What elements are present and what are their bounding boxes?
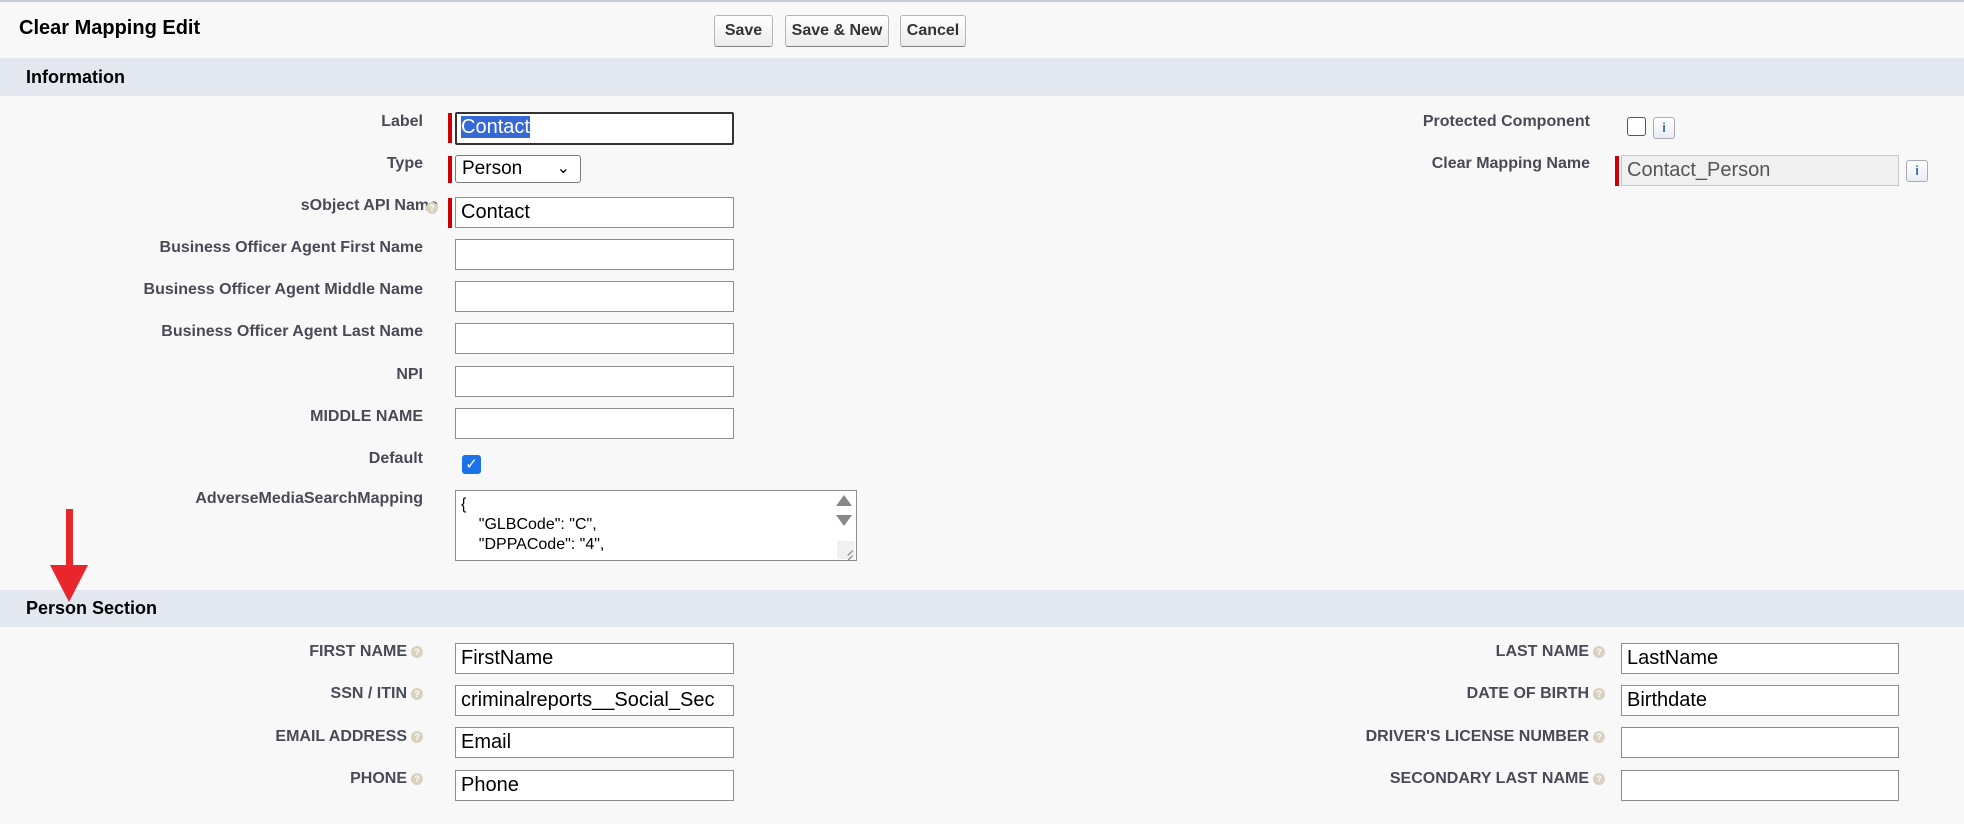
required-indicator — [1615, 156, 1619, 186]
last-name-input[interactable]: LastName — [1621, 643, 1899, 674]
date-of-birth-label: DATE OF BIRTH? — [1467, 685, 1605, 703]
ssn-itin-input[interactable]: criminalreports__Social_Sec — [455, 685, 734, 716]
label-field-label: Label — [381, 113, 423, 130]
resize-grip-icon[interactable] — [837, 541, 855, 559]
last-name-label-text: LAST NAME — [1495, 643, 1589, 660]
sobject-api-name-input[interactable]: Contact — [455, 197, 734, 228]
sobject-api-name-label-text: sObject API Name — [300, 197, 438, 214]
ssn-itin-label-text: SSN / ITIN — [330, 685, 407, 702]
middle-name-label: MIDDLE NAME — [310, 408, 423, 425]
page-header: Clear Mapping Edit Save Save & New Cance… — [0, 2, 1964, 59]
label-input[interactable]: Contact — [455, 112, 734, 145]
help-icon[interactable]: ? — [426, 202, 438, 214]
bo-middle-name-label: Business Officer Agent Middle Name — [143, 281, 423, 298]
secondary-last-name-label: SECONDARY LAST NAME? — [1390, 770, 1605, 788]
phone-label-text: PHONE — [350, 770, 407, 787]
bo-first-name-input[interactable] — [455, 239, 734, 270]
first-name-label: FIRST NAME? — [309, 643, 423, 661]
scroll-up-arrow[interactable] — [836, 495, 852, 506]
information-section-header: Information — [0, 59, 1964, 96]
required-indicator — [448, 198, 452, 228]
info-icon[interactable]: i — [1653, 117, 1675, 139]
secondary-last-name-input[interactable] — [1621, 770, 1899, 801]
bo-last-name-label: Business Officer Agent Last Name — [161, 323, 423, 340]
save-button[interactable]: Save — [714, 15, 773, 47]
help-icon[interactable]: ? — [411, 645, 423, 658]
first-name-input[interactable]: FirstName — [455, 643, 734, 674]
drivers-license-label: DRIVER'S LICENSE NUMBER? — [1366, 728, 1605, 746]
email-address-input[interactable]: Email — [455, 727, 734, 758]
phone-label: PHONE? — [350, 770, 423, 788]
help-icon[interactable]: ? — [411, 772, 423, 785]
page-title: Clear Mapping Edit — [19, 17, 201, 39]
phone-input[interactable]: Phone — [455, 770, 734, 801]
npi-input[interactable] — [455, 366, 734, 397]
information-section-title: Information — [26, 67, 125, 87]
date-of-birth-label-text: DATE OF BIRTH — [1466, 685, 1589, 702]
drivers-license-input[interactable] — [1621, 727, 1899, 758]
protected-component-label: Protected Component — [1422, 113, 1590, 130]
middle-name-input[interactable] — [455, 408, 734, 439]
annotation-arrow-head-icon — [50, 565, 88, 602]
cancel-button[interactable]: Cancel — [900, 15, 966, 47]
chevron-down-icon: ⌄ — [556, 160, 570, 177]
npi-label: NPI — [396, 366, 423, 383]
person-section-header: Person Section — [0, 590, 1964, 627]
adverse-media-label: AdverseMediaSearchMapping — [195, 490, 423, 507]
help-icon[interactable]: ? — [1593, 772, 1605, 785]
drivers-license-label-text: DRIVER'S LICENSE NUMBER — [1365, 728, 1589, 745]
selected-text: Contact — [461, 116, 530, 138]
email-address-label-text: EMAIL ADDRESS — [275, 728, 407, 745]
date-of-birth-input[interactable]: Birthdate — [1621, 685, 1899, 716]
textarea-line: "DPPACode": "4", — [461, 536, 605, 553]
required-indicator — [448, 156, 452, 183]
sobject-api-name-label: sObject API Name — [301, 197, 438, 215]
ssn-itin-label: SSN / ITIN? — [331, 685, 423, 703]
info-icon[interactable]: i — [1906, 160, 1928, 182]
adverse-media-textarea[interactable]: { "GLBCode": "C", "DPPACode": "4", — [455, 490, 857, 561]
bo-first-name-label: Business Officer Agent First Name — [159, 239, 423, 256]
textarea-line: "GLBCode": "C", — [461, 516, 597, 533]
default-checkbox[interactable]: ✓ — [462, 455, 481, 474]
email-address-label: EMAIL ADDRESS? — [275, 728, 423, 746]
bo-middle-name-input[interactable] — [455, 281, 734, 312]
help-icon[interactable]: ? — [411, 687, 423, 700]
default-label: Default — [368, 450, 423, 467]
checkmark-icon: ✓ — [465, 456, 478, 473]
required-indicator — [448, 113, 452, 143]
first-name-label-text: FIRST NAME — [309, 643, 407, 660]
person-section-title: Person Section — [26, 598, 158, 618]
protected-component-checkbox[interactable] — [1627, 117, 1646, 136]
help-icon[interactable]: ? — [411, 730, 423, 743]
bo-last-name-input[interactable] — [455, 323, 734, 354]
clear-mapping-name-input[interactable]: Contact_Person — [1621, 155, 1899, 186]
clear-mapping-name-label: Clear Mapping Name — [1431, 155, 1590, 172]
type-select-value: Person — [462, 158, 523, 179]
help-icon[interactable]: ? — [1593, 645, 1605, 658]
type-select[interactable]: Person ⌄ — [455, 155, 581, 183]
annotation-arrow-icon — [66, 509, 73, 569]
help-icon[interactable]: ? — [1593, 730, 1605, 743]
last-name-label: LAST NAME? — [1496, 643, 1605, 661]
secondary-last-name-label-text: SECONDARY LAST NAME — [1389, 770, 1589, 787]
help-icon[interactable]: ? — [1593, 687, 1605, 700]
type-field-label: Type — [386, 155, 423, 172]
textarea-line: { — [461, 496, 467, 513]
save-and-new-button[interactable]: Save & New — [785, 15, 889, 47]
scroll-down-arrow[interactable] — [836, 515, 852, 526]
